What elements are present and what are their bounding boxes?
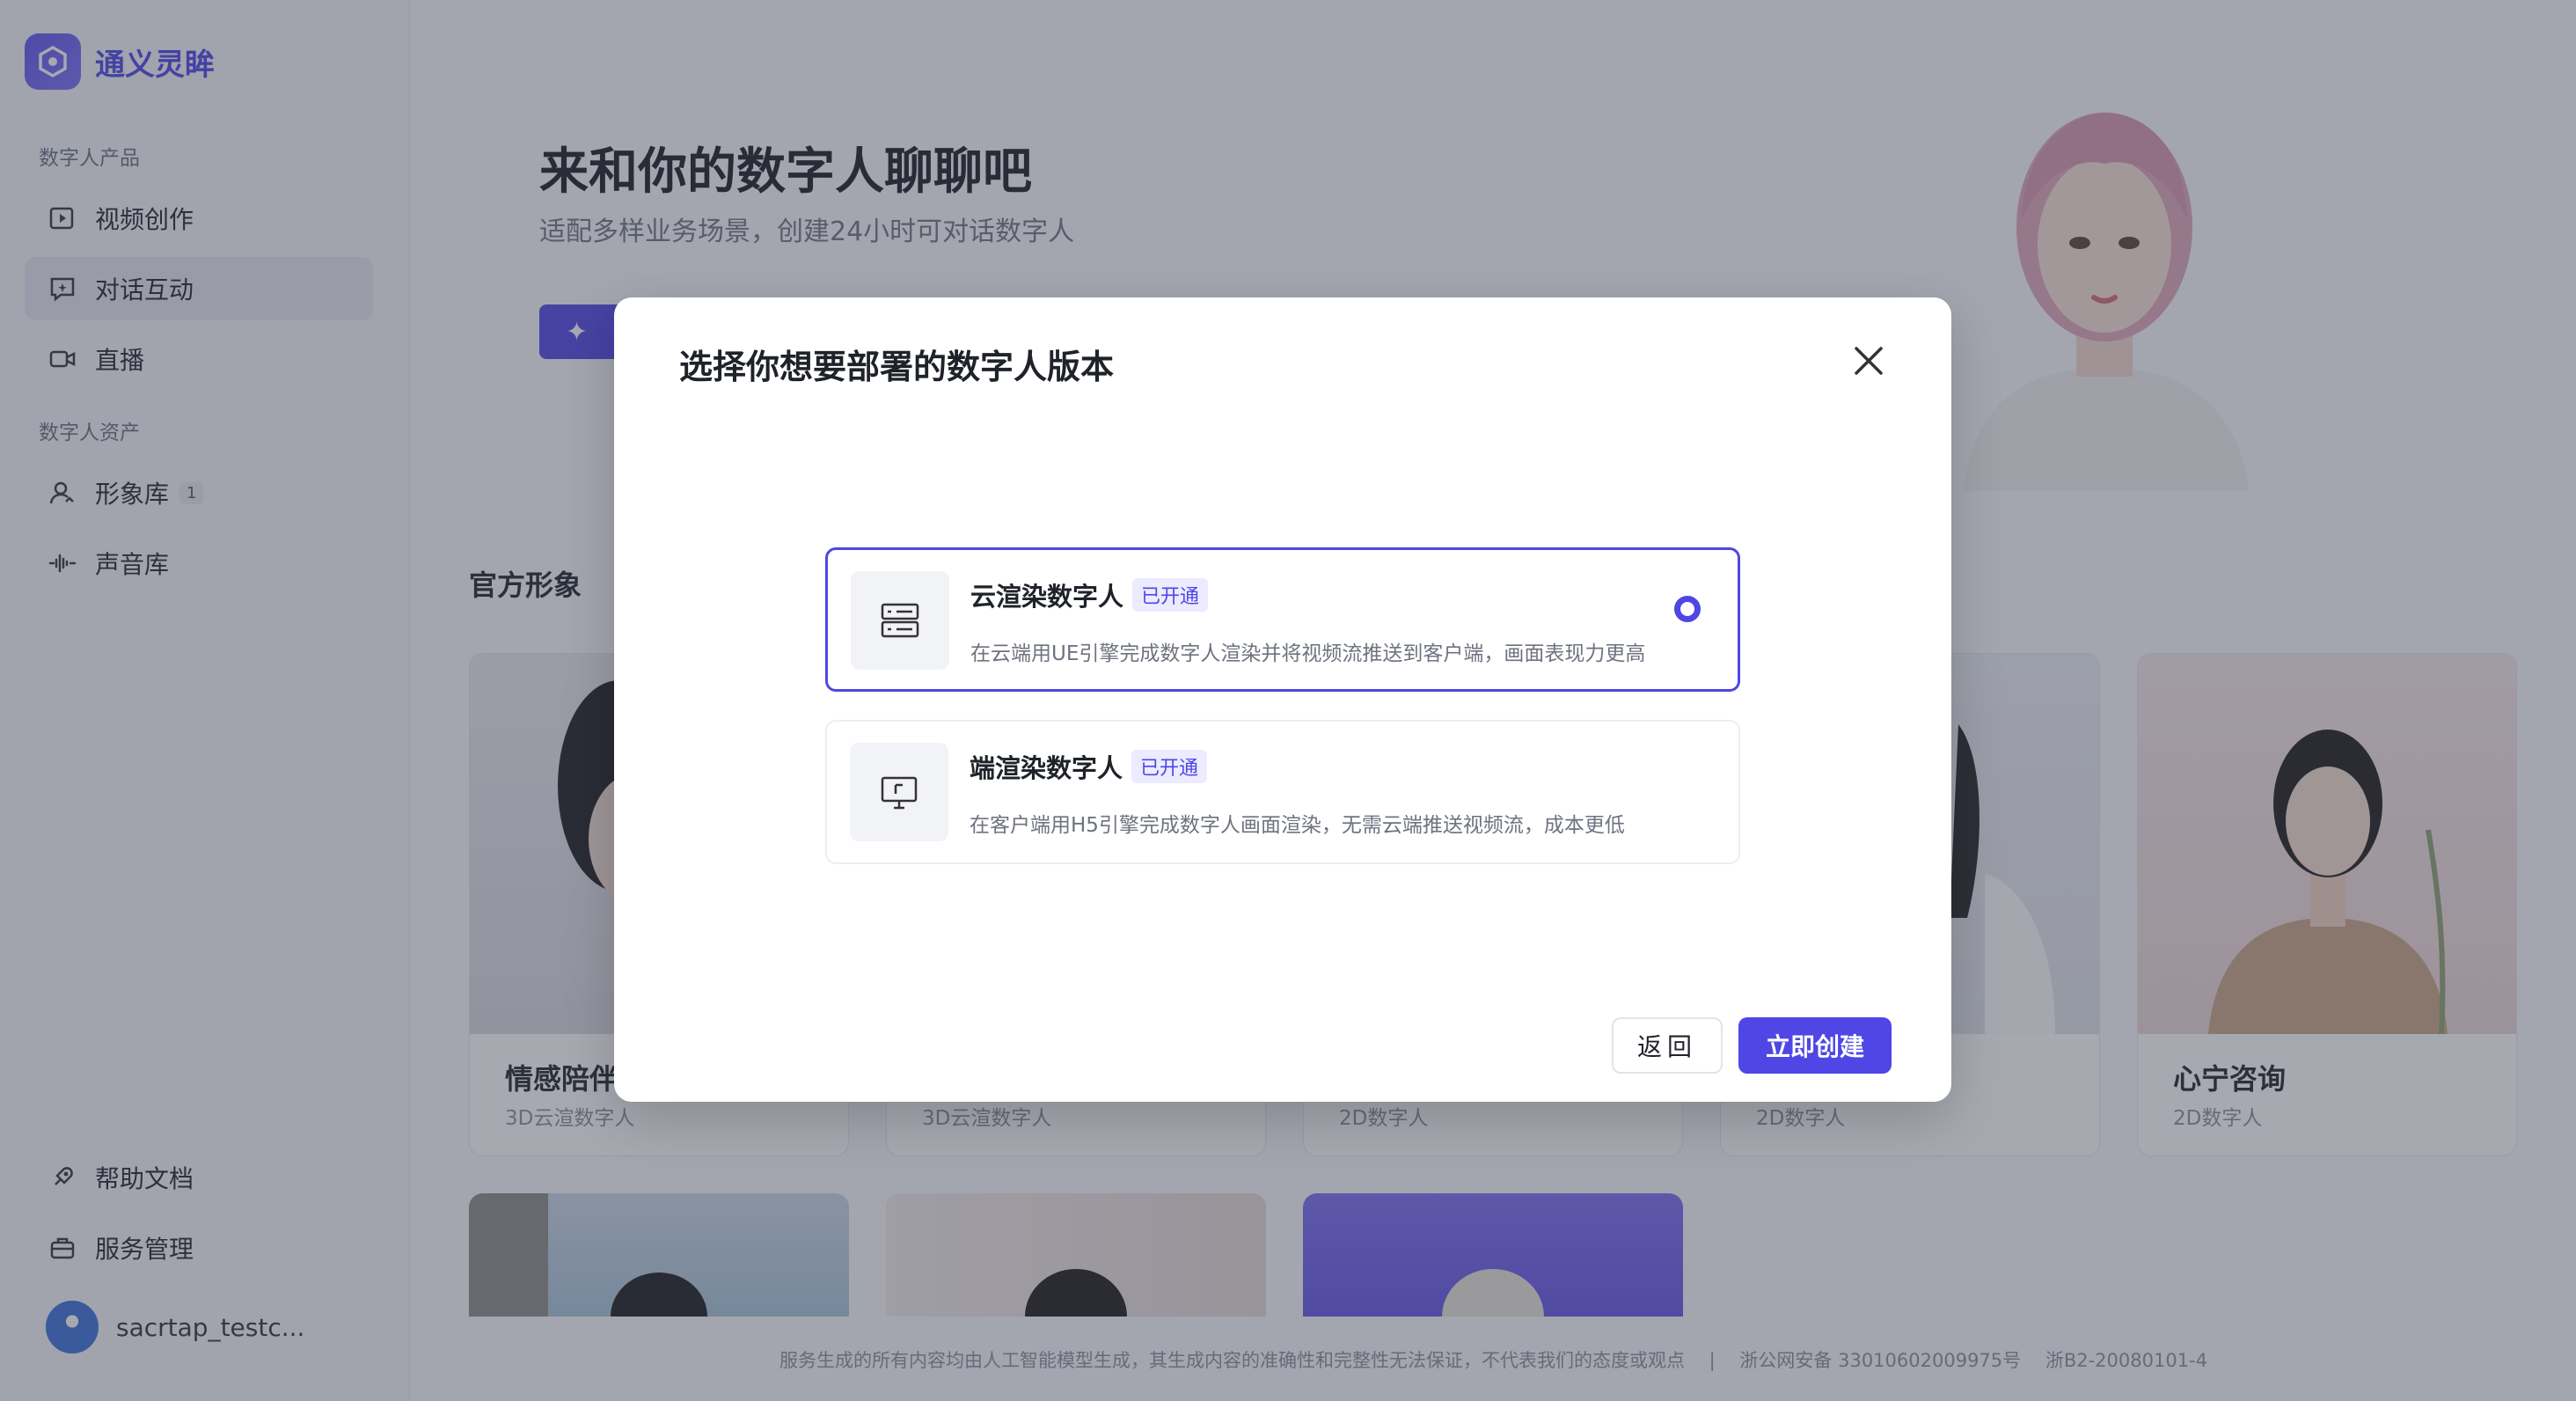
option-client-render[interactable]: 端渲染数字人 已开通 在客户端用H5引擎完成数字人画面渲染，无需云端推送视频流，… bbox=[825, 720, 1740, 864]
option-title: 云渲染数字人 bbox=[970, 582, 1124, 612]
back-button[interactable]: 返回 bbox=[1612, 1017, 1723, 1074]
create-now-button[interactable]: 立即创建 bbox=[1738, 1017, 1892, 1074]
close-icon[interactable] bbox=[1851, 343, 1886, 378]
option-description: 在云端用UE引擎完成数字人渲染并将视频流推送到客户端，画面表现力更高 bbox=[970, 642, 1646, 665]
status-badge: 已开通 bbox=[1131, 750, 1208, 783]
deploy-version-dialog: 选择你想要部署的数字人版本 云渲染数字人 已开通 在云端用UE引擎完成数字人渲染… bbox=[614, 297, 1951, 1102]
status-badge: 已开通 bbox=[1132, 578, 1209, 612]
monitor-icon bbox=[850, 743, 948, 841]
dialog-title: 选择你想要部署的数字人版本 bbox=[679, 348, 1115, 386]
option-title: 端渲染数字人 bbox=[970, 753, 1123, 783]
option-title-wrap: 云渲染数字人 已开通 bbox=[970, 576, 1209, 613]
option-cloud-render[interactable]: 云渲染数字人 已开通 在云端用UE引擎完成数字人渲染并将视频流推送到客户端，画面… bbox=[825, 547, 1740, 692]
server-icon bbox=[851, 571, 949, 670]
option-description: 在客户端用H5引擎完成数字人画面渲染，无需云端推送视频流，成本更低 bbox=[970, 814, 1625, 837]
option-title-wrap: 端渲染数字人 已开通 bbox=[970, 748, 1208, 785]
radio-selected[interactable] bbox=[1674, 596, 1701, 622]
